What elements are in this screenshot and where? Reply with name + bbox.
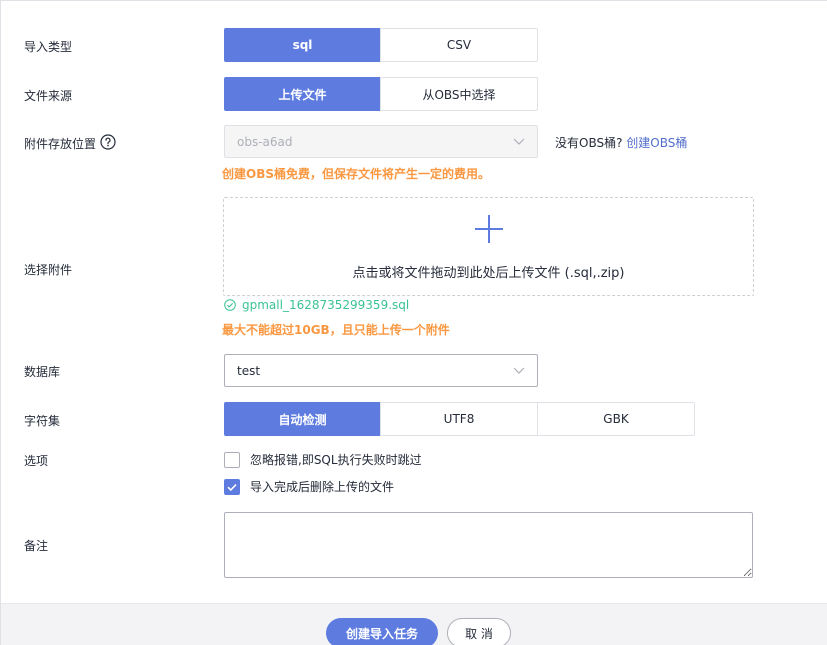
form-footer: 创建导入任务 取 消 [1,603,827,645]
ignore-errors-label: 忽略报错,即SQL执行失败时跳过 [250,453,422,467]
charset-gbk-option[interactable]: GBK [537,402,695,436]
obs-bucket-select[interactable]: obs-a6ad [224,125,538,158]
check-circle-icon [224,299,236,311]
remark-textarea[interactable] [224,512,753,578]
charset-auto-option[interactable]: 自动检测 [224,402,381,436]
question-circle-icon[interactable] [100,134,116,153]
options-label: 选项 [24,454,49,468]
create-obs-bucket-link[interactable]: 创建OBS桶 [626,136,687,150]
upload-limit-warning: 最大不能超过10GB，且只能上传一个附件 [222,323,450,337]
plus-icon [475,215,503,243]
select-attachment-label: 选择附件 [24,263,73,277]
checkbox-box[interactable] [224,451,240,468]
checkmark-icon [227,483,237,491]
ignore-errors-checkbox[interactable]: 忽略报错,即SQL执行失败时跳过 [224,451,422,468]
import-type-label: 导入类型 [24,40,73,54]
file-source-upload-option[interactable]: 上传文件 [224,77,381,111]
chevron-down-icon [513,138,525,145]
obs-note: 没有OBS桶? 创建OBS桶 [555,134,687,151]
import-type-segmented: sql CSV [224,28,538,62]
upload-hint: 点击或将文件拖动到此处后上传文件 (.sql,.zip) [352,266,625,281]
uploaded-file-item: gpmall_1628735299359.sql [224,298,409,312]
file-source-obs-option[interactable]: 从OBS中选择 [380,77,538,111]
file-source-label: 文件来源 [24,89,73,103]
file-source-segmented: 上传文件 从OBS中选择 [224,77,538,111]
file-upload-dropzone[interactable]: 点击或将文件拖动到此处后上传文件 (.sql,.zip) [223,197,754,296]
delete-after-import-label: 导入完成后删除上传的文件 [250,480,395,494]
no-obs-bucket-text: 没有OBS桶? [555,136,623,150]
delete-after-import-checkbox[interactable]: 导入完成后删除上传的文件 [224,478,394,495]
cancel-button[interactable]: 取 消 [447,618,511,645]
checkbox-box[interactable] [224,478,240,495]
import-type-sql-option[interactable]: sql [224,28,381,62]
chevron-down-icon [513,367,525,374]
database-select[interactable]: test [224,354,538,387]
database-value: test [237,363,261,378]
create-import-task-button[interactable]: 创建导入任务 [326,618,438,645]
attachment-location-label: 附件存放位置 [24,137,97,151]
attachment-location-label-row: 附件存放位置 [24,134,116,153]
uploaded-file-name: gpmall_1628735299359.sql [242,298,410,312]
charset-utf8-option[interactable]: UTF8 [380,402,538,436]
charset-label: 字符集 [24,414,61,428]
database-label: 数据库 [24,365,61,379]
remark-label: 备注 [24,539,49,553]
charset-segmented: 自动检测 UTF8 GBK [224,402,695,436]
obs-fee-warning: 创建OBS桶免费，但保存文件将产生一定的费用。 [222,167,490,181]
import-type-csv-option[interactable]: CSV [380,28,538,62]
obs-bucket-value: obs-a6ad [237,134,293,149]
